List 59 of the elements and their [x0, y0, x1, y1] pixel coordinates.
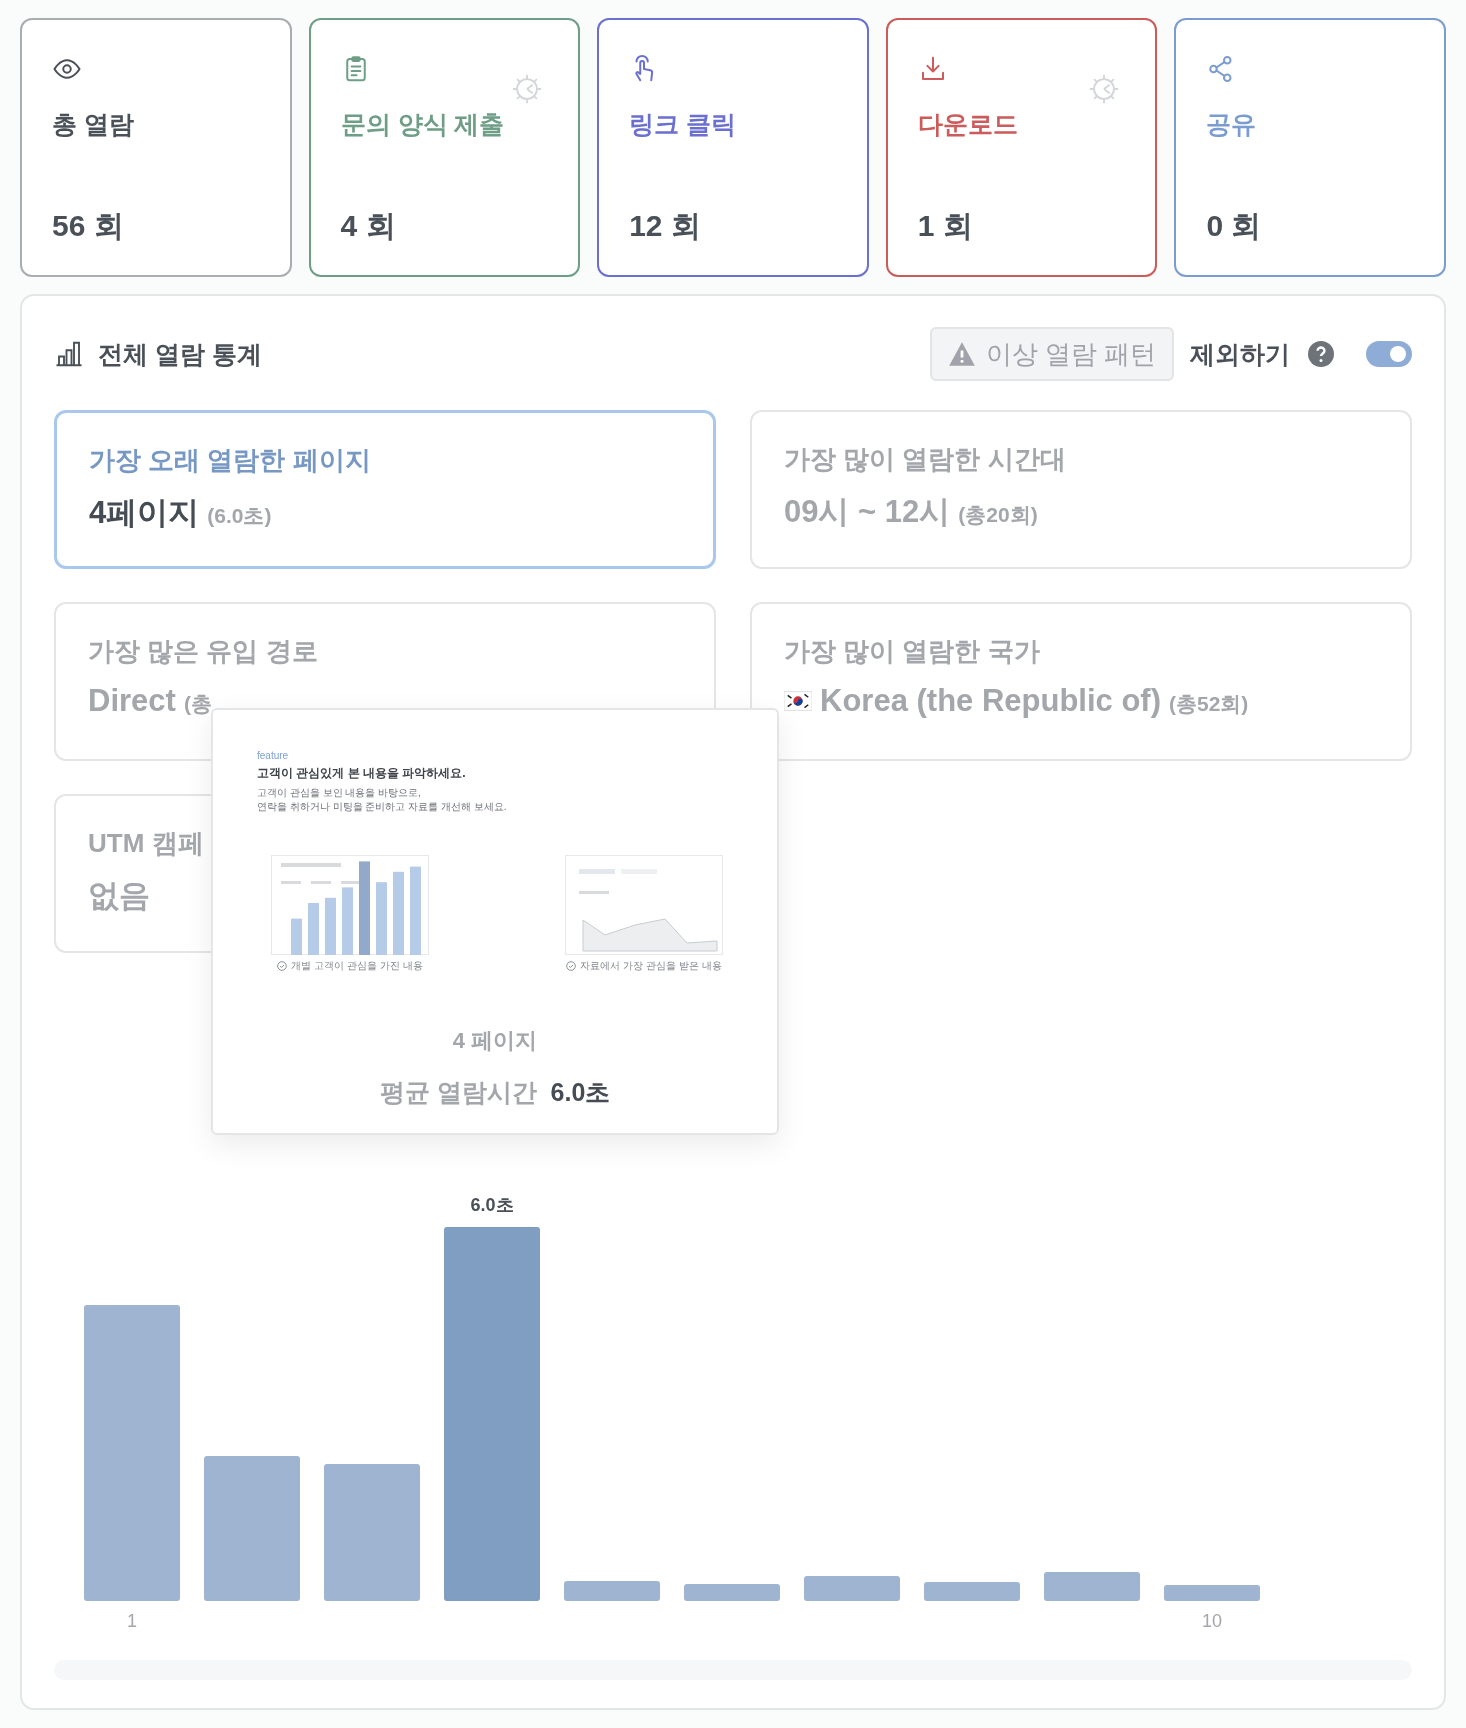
stat-title: 가장 많이 열람한 국가 — [784, 635, 1041, 668]
page-time-bar[interactable] — [924, 1582, 1020, 1601]
bar-value-label: 6.0초 — [470, 1194, 514, 1217]
stat-title: UTM 캠페 — [88, 827, 205, 860]
card-label: 문의 양식 제출 — [340, 109, 506, 140]
average-time-label: 평균 열람시간 — [379, 1077, 537, 1108]
axis-label: 10 — [1202, 1611, 1222, 1631]
bar-chart-icon — [54, 339, 84, 369]
card-count: 0 회 — [1206, 208, 1263, 244]
check-circle-icon — [566, 961, 577, 971]
card-label: 총 열람 — [52, 109, 135, 140]
exclude-toggle[interactable] — [1366, 341, 1412, 367]
preview-caption: 자료에서 가장 관심을 받은 내용 — [566, 959, 722, 973]
panel-title: 전체 열람 통계 — [98, 338, 262, 370]
page-time-bar[interactable] — [444, 1227, 540, 1601]
stat-value: 09시 ~ 12시 — [784, 493, 951, 531]
card-count: 56 회 — [52, 208, 125, 244]
summary-card[interactable]: 다운로드 1 회 — [885, 18, 1158, 277]
page-time-bar[interactable] — [1164, 1585, 1260, 1601]
preview-heading: 고객이 관심있게 본 내용을 파악하세요. — [257, 765, 467, 782]
card-label: 다운로드 — [917, 109, 1019, 140]
stat-title: 가장 오래 열람한 페이지 — [89, 444, 372, 477]
page-number-label: 4 페이지 — [451, 1027, 539, 1055]
help-icon[interactable] — [1308, 341, 1334, 367]
card-label: 공유 — [1206, 109, 1258, 140]
preview-caption: 개별 고객이 관심을 가진 내용 — [277, 959, 423, 973]
axis-label: 1 — [127, 1611, 137, 1631]
card-count: 12 회 — [629, 208, 702, 244]
warning-icon — [947, 341, 976, 367]
stat-detail: (총52회) — [1169, 691, 1249, 717]
preview-description: 고객이 관심을 보인 내용을 바탕으로, 연락을 취하거나 미팅을 준비하고 자료를 개선해 보세요. — [257, 786, 508, 813]
page-time-bar[interactable] — [684, 1584, 780, 1601]
stat-title: 가장 많은 유입 경로 — [88, 635, 319, 668]
page-time-bar[interactable] — [324, 1464, 420, 1601]
page-time-bar[interactable] — [204, 1456, 300, 1601]
page-time-bar[interactable] — [84, 1305, 180, 1601]
page-time-bar[interactable] — [804, 1576, 900, 1601]
stat-card[interactable]: 가장 오래 열람한 페이지 4페이지 (6.0초) — [54, 410, 716, 569]
summary-card[interactable]: 링크 클릭 12 회 — [597, 18, 869, 277]
check-circle-icon — [277, 961, 288, 971]
stat-title: 가장 많이 열람한 시간대 — [784, 443, 1067, 476]
page-time-bar[interactable] — [1044, 1572, 1140, 1601]
exclude-label: 제외하기 — [1190, 338, 1290, 370]
stat-value: Direct — [88, 683, 176, 719]
card-count: 4 회 — [340, 208, 397, 244]
card-label: 링크 클릭 — [629, 109, 738, 140]
average-time-value: 6.0초 — [550, 1077, 611, 1108]
summary-card[interactable]: 공유 0 회 — [1174, 18, 1446, 277]
summary-card[interactable]: 총 열람 56 회 — [20, 18, 292, 277]
stat-value: 없음 — [88, 877, 150, 915]
stat-value: 4페이지 — [89, 494, 200, 532]
summary-card[interactable]: 문의 양식 제출 4 회 — [308, 18, 581, 277]
card-count: 1 회 — [917, 208, 974, 244]
stat-value: Korea (the Republic of) — [820, 683, 1161, 719]
page-time-bar[interactable] — [564, 1581, 660, 1601]
stat-detail: (총20회) — [958, 502, 1038, 528]
stat-detail: (총 — [183, 691, 212, 717]
stat-detail: (6.0초) — [207, 503, 272, 529]
flag-icon — [784, 691, 812, 711]
